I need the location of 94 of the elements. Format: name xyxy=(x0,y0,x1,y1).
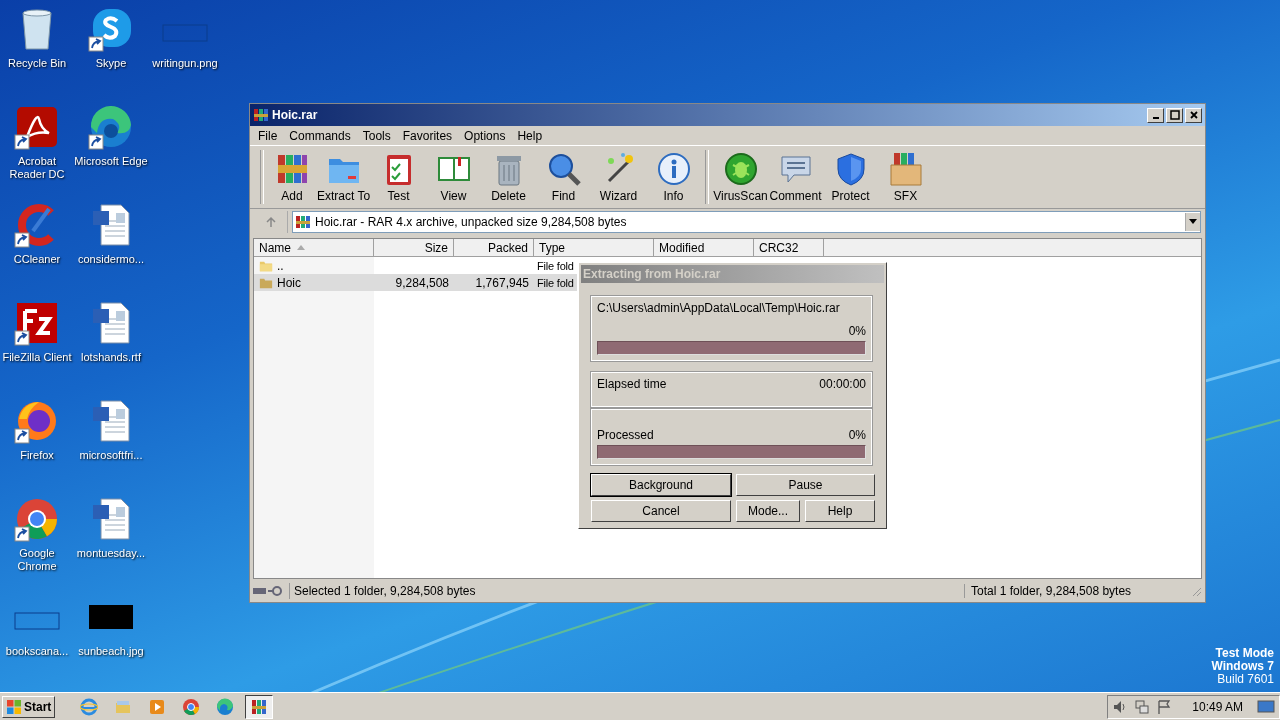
browser-icon xyxy=(182,697,201,716)
type-cell: File fold xyxy=(537,276,574,289)
bug-icon xyxy=(722,151,759,187)
edge-browser-icon xyxy=(216,697,235,716)
processed-label: Processed xyxy=(597,428,654,442)
maximize-icon xyxy=(1169,110,1180,120)
minimize-icon xyxy=(1152,117,1159,119)
start-button[interactable]: Start xyxy=(2,695,56,718)
up-arrow-icon xyxy=(264,216,277,228)
toolbar-button[interactable]: Comment xyxy=(768,148,823,206)
icon-label[interactable]: FileZilla Client xyxy=(2,351,72,364)
dialog-button[interactable]: Cancel xyxy=(591,500,731,522)
toolbar-button[interactable]: VirusScan xyxy=(713,148,768,206)
toolbar-button[interactable]: Extract To xyxy=(316,148,371,206)
toolbar-button[interactable]: Protect xyxy=(823,148,878,206)
toolbar-button[interactable]: Delete xyxy=(481,148,536,206)
file-name: Hoic xyxy=(277,275,301,290)
icon-label[interactable]: Skype xyxy=(95,57,127,70)
icon-label[interactable]: writingun.png xyxy=(152,57,218,70)
toolbar-button[interactable]: Add xyxy=(268,148,316,206)
column-header[interactable]: Packed xyxy=(454,239,534,257)
dialog-button[interactable]: Help xyxy=(805,500,875,522)
icon-label[interactable]: Acrobat Reader DC xyxy=(0,155,74,181)
menu-item[interactable]: File xyxy=(252,128,284,143)
icon-label[interactable]: Google Chrome xyxy=(0,547,74,573)
column-header[interactable]: CRC32 xyxy=(754,239,824,257)
icon-label[interactable]: montuesday... xyxy=(76,547,146,560)
flag-icon[interactable] xyxy=(1156,698,1173,715)
toolbar-button[interactable]: SFX xyxy=(878,148,933,206)
toolbar-button[interactable]: Info xyxy=(646,148,701,206)
elapsed-time: 00:00:00 xyxy=(819,377,866,391)
file-row[interactable]: Hoic 9,284,508 1,767,945 File fold xyxy=(254,274,577,291)
menu-item[interactable]: Options xyxy=(458,128,512,143)
archive-app-icon xyxy=(250,697,269,716)
file-name: .. xyxy=(277,258,284,273)
type-cell: File fold xyxy=(537,259,574,272)
sort-arrow-icon xyxy=(297,245,305,250)
toolbar-button[interactable]: View xyxy=(426,148,481,206)
column-header[interactable]: Type xyxy=(534,239,654,257)
windows-logo-icon xyxy=(6,698,22,715)
percent-text: 0% xyxy=(848,324,866,338)
menu-item[interactable]: Favorites xyxy=(396,128,459,143)
dialog-button[interactable]: Pause xyxy=(736,474,875,496)
minimize-button[interactable] xyxy=(1147,107,1164,123)
box-icon xyxy=(887,151,924,187)
dialog-title: Extracting from Hoic.rar xyxy=(583,267,721,281)
network-icon[interactable] xyxy=(1134,698,1151,715)
icon-label[interactable]: lotshands.rtf xyxy=(81,351,141,364)
dialog-button[interactable]: Mode... xyxy=(736,500,800,522)
os-notice-text: Test Mode xyxy=(1215,647,1274,660)
icon-label[interactable]: considermo... xyxy=(78,253,144,266)
column-header[interactable]: Modified xyxy=(654,239,754,257)
os-notice-text: Windows 7 xyxy=(1211,660,1274,673)
elapsed-label: Elapsed time xyxy=(597,377,667,391)
archive-app-icon xyxy=(253,107,269,123)
icon-label[interactable]: Recycle Bin xyxy=(7,57,67,70)
icon-label[interactable]: microsoftfri... xyxy=(79,449,143,462)
icon-label[interactable]: bookscana... xyxy=(5,645,69,658)
file-path: C:\Users\admin\AppData\Local\Temp\Hoic.rar xyxy=(597,301,841,315)
status-text: Selected 1 folder, 9,284,508 bytes xyxy=(294,584,965,598)
caret-icon xyxy=(1189,219,1197,225)
maximize-button[interactable] xyxy=(1166,107,1183,123)
toolbar-button[interactable]: Find xyxy=(536,148,591,206)
percent-text: 0% xyxy=(848,428,866,442)
dropdown-button[interactable] xyxy=(1185,213,1200,231)
os-notice-text: Build 7601 xyxy=(1217,673,1274,686)
menu-item[interactable]: Commands xyxy=(283,128,357,143)
address-field[interactable]: Hoic.rar - RAR 4.x archive, unpacked size 9,284,508 bytes xyxy=(292,211,1201,233)
menu-item[interactable]: Help xyxy=(511,128,549,143)
size-cell: 9,284,508 xyxy=(395,275,449,290)
dialog-button[interactable]: Background xyxy=(591,474,731,496)
column-header[interactable]: Name xyxy=(254,239,374,257)
toolbar-button[interactable]: Wizard xyxy=(591,148,646,206)
clock[interactable]: 10:49 AM xyxy=(1192,699,1243,714)
info-icon xyxy=(655,151,692,187)
status-text: Total 1 folder, 9,284,508 bytes xyxy=(970,584,1133,598)
toolbar-button[interactable]: Test xyxy=(371,148,426,206)
column-header[interactable]: Size xyxy=(374,239,454,257)
window-title: Hoic.rar xyxy=(272,108,319,122)
drive-key-icon xyxy=(253,585,285,597)
archive-icon xyxy=(295,214,311,230)
show-desktop-icon[interactable] xyxy=(1257,699,1275,714)
resize-grip-icon[interactable] xyxy=(1190,585,1202,597)
icon-label[interactable]: Microsoft Edge xyxy=(74,155,148,168)
file-row[interactable]: .. File fold xyxy=(254,257,577,274)
packed-cell: 1,767,945 xyxy=(475,275,529,290)
icon-label[interactable]: CCleaner xyxy=(13,253,61,266)
menu-item[interactable]: Tools xyxy=(356,128,397,143)
icon-label[interactable]: Firefox xyxy=(20,449,54,462)
browser-e-icon xyxy=(80,697,99,716)
close-icon xyxy=(1188,110,1199,120)
taskbar-button[interactable] xyxy=(245,694,274,719)
media-player-icon xyxy=(148,697,167,716)
close-button[interactable] xyxy=(1185,107,1202,123)
